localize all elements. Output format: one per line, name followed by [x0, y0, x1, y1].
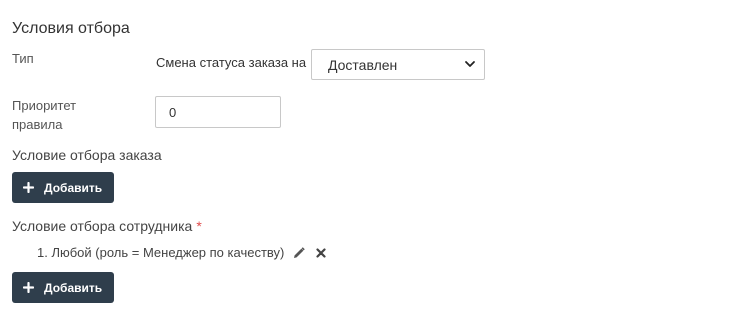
status-select[interactable]: Доставлен [311, 49, 485, 80]
type-label: Тип [12, 51, 34, 66]
add-order-condition-label: Добавить [44, 180, 103, 195]
employee-condition-title-text: Условие отбора сотрудника [12, 218, 193, 234]
priority-input[interactable]: 0 [155, 96, 281, 128]
chevron-down-icon [465, 61, 475, 67]
list-item: 1. Любой (роль = Менеджер по качеству) [37, 245, 328, 260]
employee-rule-text: 1. Любой (роль = Менеджер по качеству) [37, 245, 285, 260]
selection-conditions-panel: Условия отбора Тип Смена статуса заказа … [0, 0, 740, 312]
add-employee-condition-button[interactable]: Добавить [12, 272, 114, 303]
close-icon[interactable] [314, 246, 328, 260]
employee-condition-title: Условие отбора сотрудника * [12, 218, 202, 234]
section-title: Условия отбора [12, 20, 130, 37]
required-mark: * [196, 218, 202, 234]
add-employee-condition-label: Добавить [44, 280, 103, 295]
status-select-value: Доставлен [328, 56, 398, 73]
pencil-icon[interactable] [292, 246, 306, 260]
plus-icon [23, 182, 34, 193]
order-condition-title: Условие отбора заказа [12, 147, 162, 163]
priority-label: Приоритет правила [12, 98, 77, 132]
add-order-condition-button[interactable]: Добавить [12, 172, 114, 203]
type-inline-text: Смена статуса заказа на [156, 55, 307, 70]
plus-icon [23, 282, 34, 293]
priority-input-value: 0 [169, 104, 177, 120]
